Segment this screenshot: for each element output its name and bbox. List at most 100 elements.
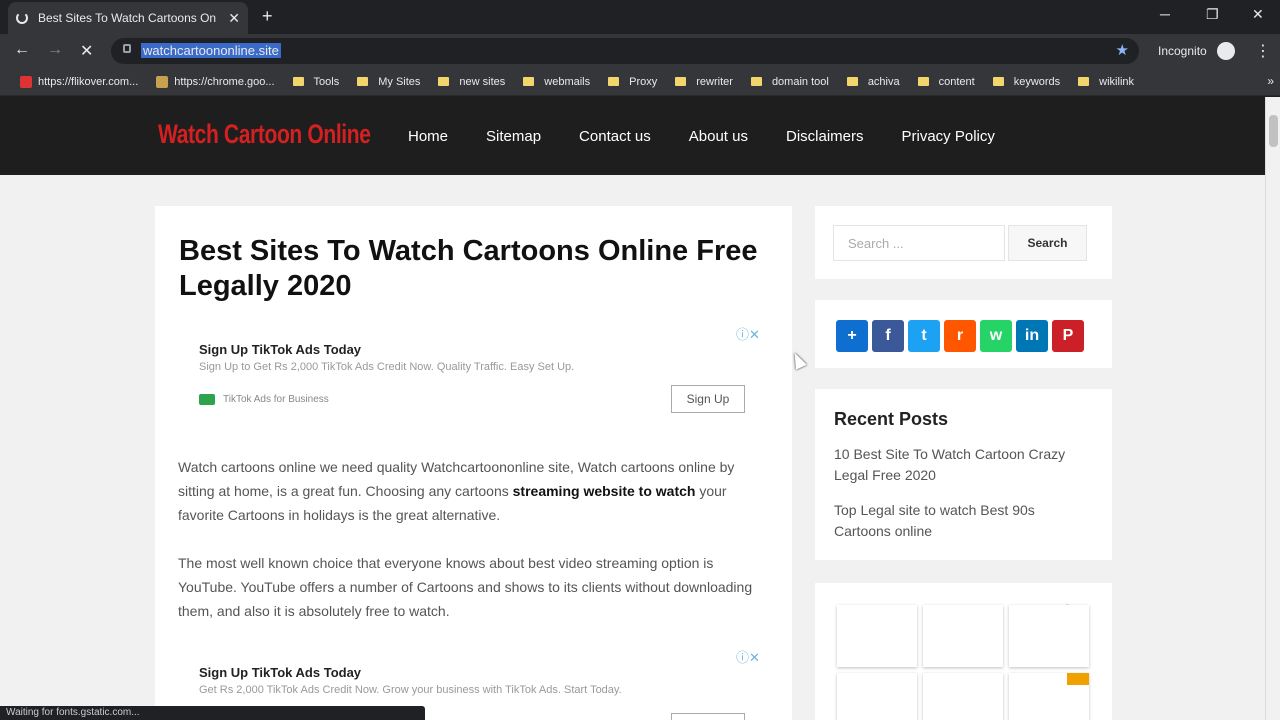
bookmarks-bar: https://flikover.com... https://chrome.go…: [0, 68, 1280, 96]
ad-brand-label: TikTok Ads for Business: [223, 394, 329, 405]
folder-icon: [292, 77, 304, 86]
bookmark-label: Proxy: [629, 75, 658, 88]
facebook-icon[interactable]: f: [872, 320, 904, 352]
add-share-icon[interactable]: +: [836, 320, 868, 352]
article-card: Best Sites To Watch Cartoons Online Free…: [155, 206, 792, 720]
sidebar-ad-widget[interactable]: ⓘ✕: [815, 583, 1112, 720]
ad-signup-button[interactable]: Sign Up: [671, 385, 745, 413]
article-title: Best Sites To Watch Cartoons Online Free…: [179, 235, 758, 302]
site-header: Watch Cartoon Online Home Sitemap Contac…: [0, 97, 1265, 175]
site-logo[interactable]: Watch Cartoon Online: [158, 119, 371, 150]
ad-signup-button[interactable]: [671, 713, 745, 720]
folder-icon: [846, 77, 858, 86]
bookmark-item[interactable]: wikilink: [1078, 76, 1134, 88]
ad-title[interactable]: Sign Up TikTok Ads Today: [199, 342, 361, 357]
bookmark-label: content: [938, 75, 975, 88]
bookmark-item[interactable]: achiva: [846, 76, 900, 88]
folder-icon: [608, 77, 620, 86]
folder-icon: [675, 77, 687, 86]
ad-badge: [1067, 673, 1089, 685]
ad-grid-cell[interactable]: [923, 673, 1003, 720]
nav-about[interactable]: About us: [689, 128, 748, 145]
ad-choices-icon[interactable]: ⓘ✕: [736, 324, 760, 343]
paragraph-1: Watch cartoons online we need quality Wa…: [178, 455, 773, 527]
close-tab-icon[interactable]: ✕: [228, 10, 240, 27]
nav-sitemap[interactable]: Sitemap: [486, 128, 541, 145]
bookmark-item[interactable]: My Sites: [357, 76, 420, 88]
folder-icon: [992, 77, 1004, 86]
folder-icon: [523, 77, 535, 86]
ad-banner[interactable]: ⓘ✕ Sign Up TikTok Ads Today Sign Up to G…: [179, 324, 769, 424]
twitter-icon[interactable]: t: [908, 320, 940, 352]
ad-description: Sign Up to Get Rs 2,000 TikTok Ads Credi…: [199, 361, 575, 373]
bookmark-item[interactable]: content: [917, 75, 975, 88]
minimize-icon[interactable]: ─: [1160, 6, 1170, 22]
bookmark-item[interactable]: Tools: [292, 75, 340, 88]
bookmark-label: Tools: [313, 75, 340, 88]
bookmark-item[interactable]: new sites: [438, 76, 505, 88]
bookmark-label: new sites: [459, 75, 506, 88]
bookmarks-overflow-icon[interactable]: »: [1267, 74, 1274, 88]
forward-icon[interactable]: →: [47, 41, 63, 59]
share-widget: + f t r w in P: [815, 300, 1112, 368]
web-page: Watch Cartoon Online Home Sitemap Contac…: [0, 97, 1265, 720]
ad-choices-icon[interactable]: ⓘ✕: [736, 647, 760, 666]
search-input[interactable]: Search ...: [833, 225, 1005, 261]
ad-grid-cell[interactable]: [837, 673, 917, 720]
folder-icon: [1078, 77, 1090, 86]
nav-disclaimers[interactable]: Disclaimers: [786, 128, 864, 145]
para1-bold-link[interactable]: streaming website to watch: [513, 483, 696, 499]
reddit-icon[interactable]: r: [944, 320, 976, 352]
bookmark-item[interactable]: keywords: [992, 75, 1061, 88]
recent-post-link[interactable]: 10 Best Site To Watch Cartoon Crazy Lega…: [834, 444, 1084, 486]
paragraph-2: The most well known choice that everyone…: [178, 555, 753, 619]
incognito-icon[interactable]: [1217, 42, 1235, 60]
linkedin-icon[interactable]: in: [1016, 320, 1048, 352]
search-widget: Search ... Search: [815, 206, 1112, 279]
scrollbar-thumb[interactable]: [1269, 115, 1278, 147]
url-text[interactable]: watchcartoononline.site: [141, 43, 281, 58]
search-button[interactable]: Search: [1008, 225, 1087, 261]
new-tab-icon[interactable]: +: [262, 6, 273, 27]
bookmark-label: https://flikover.com...: [38, 75, 139, 88]
whatsapp-icon[interactable]: w: [980, 320, 1012, 352]
ad-description: Get Rs 2,000 TikTok Ads Credit Now. Grow…: [199, 684, 622, 696]
bookmark-item[interactable]: rewriter: [675, 76, 733, 88]
ad-brand: TikTok Ads for Business: [199, 394, 329, 405]
bookmark-label: domain tool: [771, 75, 829, 88]
pinterest-icon[interactable]: P: [1052, 320, 1084, 352]
browser-tab[interactable]: Best Sites To Watch Cartoons On ✕: [8, 2, 248, 34]
nav-privacy[interactable]: Privacy Policy: [902, 128, 995, 145]
favicon-icon: [20, 75, 32, 88]
nav-home[interactable]: Home: [408, 128, 448, 145]
incognito-label: Incognito: [1158, 44, 1207, 58]
back-icon[interactable]: ←: [14, 41, 30, 59]
main-nav: Home Sitemap Contact us About us Disclai…: [408, 128, 1033, 145]
status-bar: Waiting for fonts.gstatic.com...: [0, 706, 425, 720]
ad-grid-cell[interactable]: [837, 605, 917, 667]
ad-grid-cell[interactable]: [1009, 605, 1089, 667]
bookmark-label: rewriter: [696, 75, 733, 88]
nav-contact[interactable]: Contact us: [579, 128, 651, 145]
window-close-icon[interactable]: ✕: [1252, 6, 1264, 23]
address-bar[interactable]: watchcartoononline.site ★: [111, 38, 1139, 64]
stop-loading-icon[interactable]: ✕: [80, 41, 93, 61]
browser-toolbar: ← → ✕ watchcartoononline.site ★ Incognit…: [0, 34, 1280, 68]
bookmark-item[interactable]: https://flikover.com...: [20, 75, 139, 88]
folder-icon: [750, 77, 762, 86]
bookmark-label: wikilink: [1099, 75, 1135, 88]
bookmark-item[interactable]: https://chrome.goo...: [156, 75, 275, 88]
menu-kebab-icon[interactable]: ⋮: [1255, 41, 1271, 61]
maximize-icon[interactable]: ❐: [1206, 6, 1219, 23]
bookmark-item[interactable]: webmails: [523, 76, 590, 88]
bookmark-label: keywords: [1013, 75, 1061, 88]
page-scrollbar[interactable]: [1265, 97, 1280, 720]
tab-strip: Best Sites To Watch Cartoons On ✕ + ─ ❐ …: [0, 0, 1280, 34]
ad-grid-cell[interactable]: [923, 605, 1003, 667]
ad-title[interactable]: Sign Up TikTok Ads Today: [199, 665, 361, 680]
bookmark-item[interactable]: domain tool: [750, 75, 829, 88]
bookmark-item[interactable]: Proxy: [608, 76, 657, 88]
bookmark-star-icon[interactable]: ★: [1116, 41, 1129, 59]
recent-post-link[interactable]: Top Legal site to watch Best 90s Cartoon…: [834, 500, 1084, 542]
ad-brand-icon: [199, 394, 215, 405]
